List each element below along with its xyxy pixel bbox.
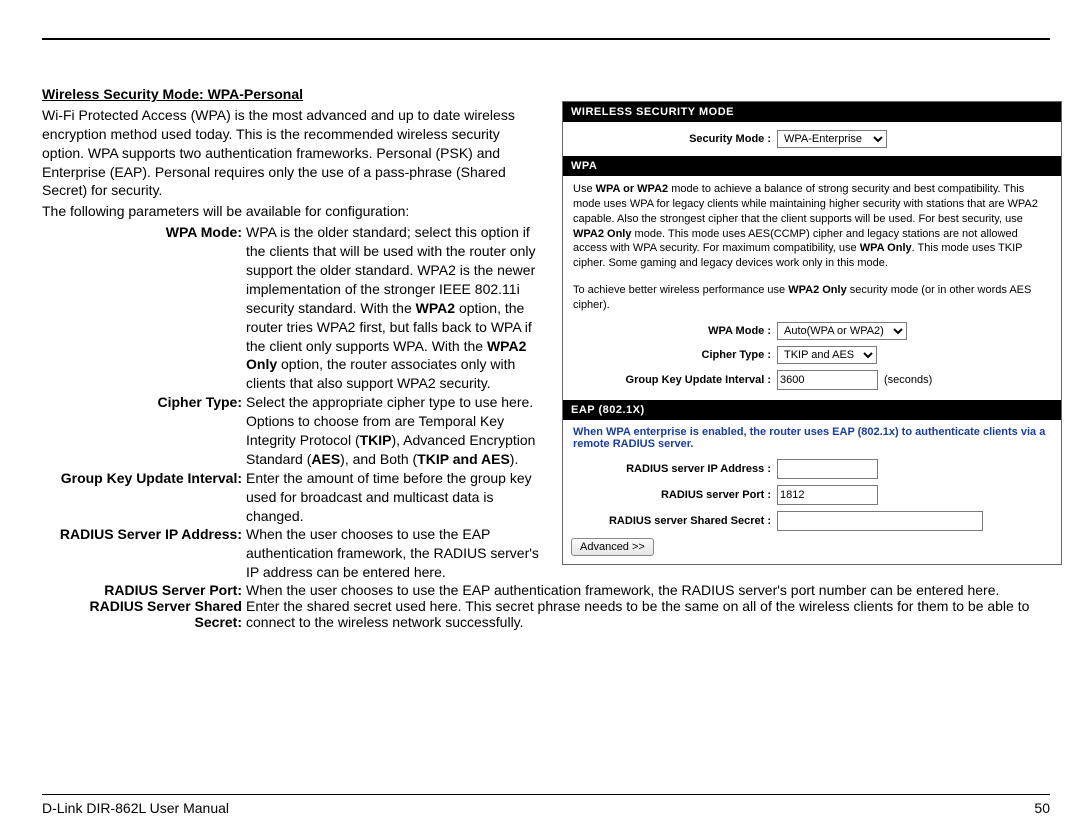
- label-gkui-unit: (seconds): [884, 374, 932, 386]
- input-radius-secret[interactable]: [777, 511, 983, 531]
- label-radius-ip: RADIUS server IP Address :: [571, 463, 777, 475]
- select-cipher-type[interactable]: TKIP and AES: [777, 346, 877, 364]
- panel-bar-wpa: WPA: [563, 156, 1061, 176]
- page-footer: D-Link DIR-862L User Manual 50: [42, 794, 1050, 816]
- input-radius-port[interactable]: [777, 485, 878, 505]
- def-label-radius-ip: RADIUS Server IP Address:: [42, 525, 246, 582]
- def-value-radius-ip: When the user chooses to use the EAP aut…: [246, 525, 542, 582]
- def-value-gkui: Enter the amount of time before the grou…: [246, 469, 542, 526]
- description-column: Wireless Security Mode: WPA-Personal Wi-…: [42, 85, 542, 582]
- wpa-note-2: To achieve better wireless performance u…: [563, 277, 1061, 319]
- label-wpa-mode: WPA Mode :: [571, 325, 777, 337]
- input-radius-ip[interactable]: [777, 459, 878, 479]
- def-label-wpa-mode: WPA Mode:: [42, 223, 246, 393]
- footer-page-number: 50: [1034, 800, 1050, 816]
- router-config-panel: WIRELESS SECURITY MODE Security Mode : W…: [562, 101, 1062, 565]
- advanced-button[interactable]: Advanced >>: [571, 538, 654, 556]
- def-value-cipher: Select the appropriate cipher type to us…: [246, 393, 542, 469]
- intro-paragraph: Wi-Fi Protected Access (WPA) is the most…: [42, 106, 542, 200]
- label-radius-port: RADIUS server Port :: [571, 489, 777, 501]
- wpa-note-1: Use WPA or WPA2 mode to achieve a balanc…: [563, 176, 1061, 277]
- def-label-cipher: Cipher Type:: [42, 393, 246, 469]
- footer-manual-title: D-Link DIR-862L User Manual: [42, 800, 229, 816]
- label-gkui: Group Key Update Interval :: [571, 374, 777, 386]
- def-value-radius-secret: Enter the shared secret used here. This …: [246, 598, 1050, 630]
- select-security-mode[interactable]: WPA-Enterprise: [777, 130, 887, 148]
- def-label-gkui: Group Key Update Interval:: [42, 469, 246, 526]
- panel-bar-eap: EAP (802.1X): [563, 400, 1061, 420]
- def-label-radius-port: RADIUS Server Port:: [42, 582, 246, 598]
- top-rule: [42, 38, 1050, 40]
- label-security-mode: Security Mode :: [571, 133, 777, 145]
- def-label-radius-secret: RADIUS Server Shared Secret:: [42, 598, 246, 630]
- label-radius-secret: RADIUS server Shared Secret :: [571, 515, 777, 527]
- def-value-radius-port: When the user chooses to use the EAP aut…: [246, 582, 1050, 598]
- panel-bar-security-mode: WIRELESS SECURITY MODE: [563, 102, 1061, 122]
- label-cipher-type: Cipher Type :: [571, 349, 777, 361]
- eap-note: When WPA enterprise is enabled, the rout…: [563, 420, 1061, 456]
- def-value-wpa-mode: WPA is the older standard; select this o…: [246, 223, 542, 393]
- section-heading: Wireless Security Mode: WPA-Personal: [42, 85, 542, 104]
- input-gkui[interactable]: [777, 370, 878, 390]
- select-wpa-mode[interactable]: Auto(WPA or WPA2): [777, 322, 907, 340]
- params-lead: The following parameters will be availab…: [42, 202, 542, 221]
